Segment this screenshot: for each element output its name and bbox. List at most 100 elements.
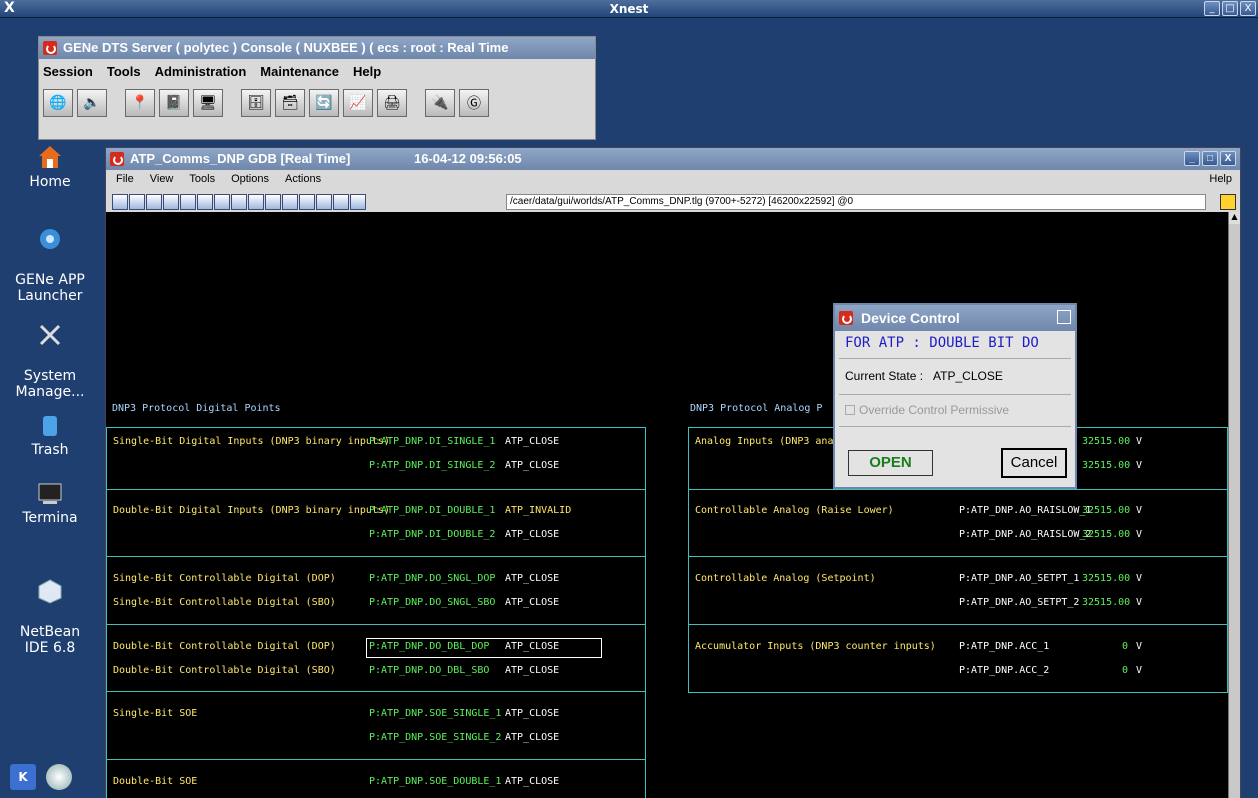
monitor-icon[interactable]: 🖥	[193, 89, 223, 117]
network-globe-icon[interactable]	[46, 764, 72, 790]
gdb-minimize-button[interactable]: _	[1184, 151, 1200, 166]
scroll-up-icon[interactable]: ▲	[1229, 212, 1240, 224]
point-value[interactable]: 32515.00	[1082, 597, 1130, 608]
menu-administration[interactable]: Administration	[155, 64, 247, 85]
point-value[interactable]: ATP_CLOSE	[505, 436, 559, 447]
point-name[interactable]: P:ATP_DNP.AO_RAISLOW_1	[959, 505, 1091, 516]
target-icon[interactable]	[163, 194, 179, 210]
close-button[interactable]: X	[1240, 1, 1256, 16]
point-name[interactable]: P:ATP_DNP.AO_RAISLOW_2	[959, 529, 1091, 540]
desktop-icon-netbeans[interactable]: NetBean IDE 6.8	[0, 562, 100, 656]
point-value[interactable]: 32515.00	[1082, 505, 1130, 516]
point-value[interactable]: 32515.00	[1082, 460, 1130, 471]
open-icon[interactable]	[112, 194, 128, 210]
network-icon[interactable]: 🔌	[425, 89, 455, 117]
sum-icon[interactable]	[350, 194, 366, 210]
point-value[interactable]: ATP_CLOSE	[505, 732, 559, 743]
printer-icon[interactable]: 🖨	[377, 89, 407, 117]
menu-file[interactable]: File	[116, 173, 134, 189]
zoom-out-icon[interactable]	[214, 194, 230, 210]
pan-icon[interactable]	[231, 194, 247, 210]
pointer-icon[interactable]	[180, 194, 196, 210]
desktop-icon-terminal[interactable]: Termina	[0, 480, 100, 526]
override-permissive-checkbox[interactable]: Override Control Permissive	[839, 395, 1071, 427]
power-icon[interactable]	[110, 152, 124, 166]
globe-icon[interactable]: 🌐	[43, 89, 73, 117]
point-name[interactable]: P:ATP_DNP.SOE_SINGLE_2	[369, 732, 501, 743]
point-name[interactable]: P:ATP_DNP.DO_SNGL_SBO	[369, 597, 495, 608]
point-name[interactable]: P:ATP_DNP.SOE_DOUBLE_1	[369, 776, 501, 787]
traffic-light-icon[interactable]	[1220, 194, 1236, 210]
maximize-button[interactable]: □	[1222, 1, 1238, 16]
selected-point[interactable]: P:ATP_DNP.DO_DBL_DOP	[366, 638, 602, 658]
point-value[interactable]: ATP_CLOSE	[505, 529, 559, 540]
power-icon[interactable]	[839, 311, 853, 325]
point-value[interactable]: 32515.00	[1082, 573, 1130, 584]
point-name[interactable]: P:ATP_DNP.AO_SETPT_1	[959, 573, 1079, 584]
point-value[interactable]: ATP_CLOSE	[505, 597, 559, 608]
menu-help[interactable]: Help	[1209, 173, 1232, 185]
point-name[interactable]: P:ATP_DNP.DO_DBL_SBO	[369, 665, 489, 676]
edit-icon[interactable]	[146, 194, 162, 210]
database-icon[interactable]: 🗄	[241, 89, 271, 117]
point-name[interactable]: P:ATP_DNP.DI_SINGLE_1	[369, 436, 495, 447]
trend-icon[interactable]: 📈	[343, 89, 373, 117]
point-value[interactable]: ATP_INVALID	[505, 505, 571, 516]
menu-actions[interactable]: Actions	[285, 173, 321, 189]
point-name[interactable]: P:ATP_DNP.DI_DOUBLE_2	[369, 529, 495, 540]
menu-session[interactable]: Session	[43, 64, 93, 85]
refresh-icon[interactable]: 🔄	[309, 89, 339, 117]
point-name[interactable]: P:ATP_DNP.AO_SETPT_2	[959, 597, 1079, 608]
gdb-maximize-button[interactable]: □	[1202, 151, 1218, 166]
point-value[interactable]: ATP_CLOSE	[505, 708, 559, 719]
menu-maintenance[interactable]: Maintenance	[260, 64, 339, 85]
power-icon[interactable]	[43, 41, 57, 55]
desktop-icon-home[interactable]: Home	[0, 144, 100, 190]
menu-tools[interactable]: Tools	[189, 173, 215, 189]
forward-icon[interactable]	[265, 194, 281, 210]
point-value[interactable]: 32515.00	[1082, 436, 1130, 447]
point-name[interactable]: P:ATP_DNP.DI_SINGLE_2	[369, 460, 495, 471]
cancel-button[interactable]: Cancel	[1001, 448, 1067, 478]
sigma-icon[interactable]	[316, 194, 332, 210]
trash-icon	[43, 416, 57, 436]
dialog-maximize-button[interactable]	[1057, 310, 1071, 324]
point-value[interactable]: ATP_CLOSE	[505, 460, 559, 471]
menu-tools[interactable]: Tools	[107, 64, 141, 85]
menu-help[interactable]: Help	[353, 64, 381, 85]
desktop-icon-gene-app-launcher[interactable]: GENe APP Launcher	[0, 210, 100, 304]
point-value[interactable]: 0	[1122, 665, 1128, 676]
menu-options[interactable]: Options	[231, 173, 269, 189]
desktop-icon-system-manager[interactable]: System Manage...	[0, 306, 100, 400]
folder-icon[interactable]	[299, 194, 315, 210]
kde-menu-icon[interactable]: K	[10, 764, 36, 790]
pin-icon[interactable]: 📍	[125, 89, 155, 117]
point-value[interactable]: ATP_CLOSE	[505, 776, 559, 787]
camera-icon[interactable]	[333, 194, 349, 210]
point-value[interactable]: 32515.00	[1082, 529, 1130, 540]
database-clock-icon[interactable]: 🗃	[275, 89, 305, 117]
path-field[interactable]: /caer/data/gui/worlds/ATP_Comms_DNP.tlg …	[506, 194, 1206, 210]
save-icon[interactable]	[129, 194, 145, 210]
zoom-in-icon[interactable]	[197, 194, 213, 210]
speaker-icon[interactable]: 🔈	[77, 89, 107, 117]
vertical-scrollbar[interactable]: ▲	[1228, 212, 1240, 798]
notebook-icon[interactable]: 📓	[159, 89, 189, 117]
desktop-icon-trash[interactable]: Trash	[0, 412, 100, 458]
gdb-close-button[interactable]: X	[1220, 151, 1236, 166]
point-name[interactable]: P:ATP_DNP.ACC_2	[959, 665, 1049, 676]
point-name[interactable]: P:ATP_DNP.SOE_SINGLE_1	[369, 708, 501, 719]
point-value[interactable]: ATP_CLOSE	[505, 665, 559, 676]
menu-view[interactable]: View	[150, 173, 174, 189]
point-name[interactable]: P:ATP_DNP.ACC_1	[959, 641, 1049, 652]
point-value[interactable]: ATP_CLOSE	[505, 573, 559, 584]
document-icon[interactable]	[282, 194, 298, 210]
point-value[interactable]: ATP_CLOSE	[505, 641, 559, 652]
minimize-button[interactable]: _	[1204, 1, 1220, 16]
point-value[interactable]: 0	[1122, 641, 1128, 652]
point-name[interactable]: P:ATP_DNP.DO_SNGL_DOP	[369, 573, 495, 584]
open-button[interactable]: OPEN	[848, 450, 933, 476]
point-name[interactable]: P:ATP_DNP.DI_DOUBLE_1	[369, 505, 495, 516]
back-icon[interactable]	[248, 194, 264, 210]
ge-logo-icon[interactable]: Ⓖ	[459, 89, 489, 117]
